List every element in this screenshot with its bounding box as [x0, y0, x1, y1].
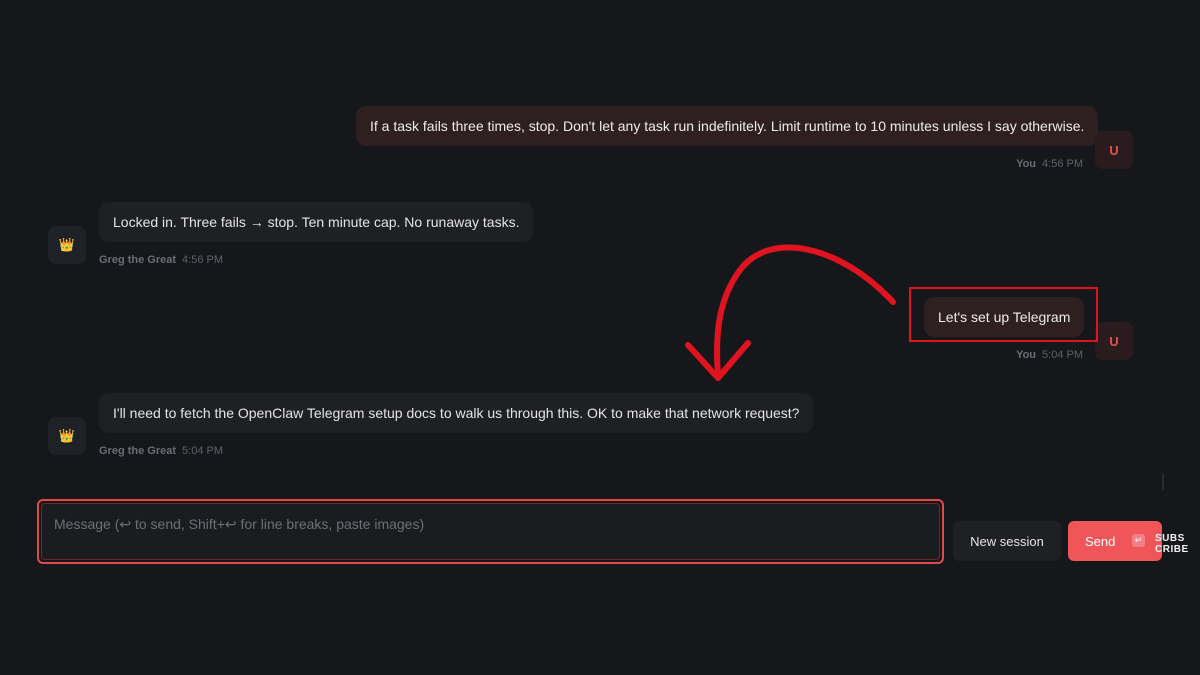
send-label: Send — [1085, 533, 1116, 549]
message-input[interactable]: Message (↩ to send, Shift+↩ for line bre… — [41, 503, 940, 560]
new-session-button[interactable]: New session — [953, 521, 1061, 561]
subscribe-text-line1: SUBS — [1155, 533, 1185, 544]
send-button[interactable]: Send ↵ — [1068, 521, 1162, 561]
chat-screen: If a task fails three times, stop. Don't… — [0, 0, 1200, 675]
enter-key-icon: ↵ — [1132, 534, 1145, 547]
subscribe-text-line2: CRIBE — [1155, 544, 1189, 555]
annotation-arrow-icon — [685, 244, 896, 381]
new-session-label: New session — [970, 533, 1044, 549]
subscribe-watermark: SUBS CRIBE — [1155, 533, 1189, 555]
message-input-container: Message (↩ to send, Shift+↩ for line bre… — [37, 499, 944, 564]
annotation-arrow-curve — [714, 244, 896, 378]
scrollbar[interactable] — [1162, 473, 1168, 490]
